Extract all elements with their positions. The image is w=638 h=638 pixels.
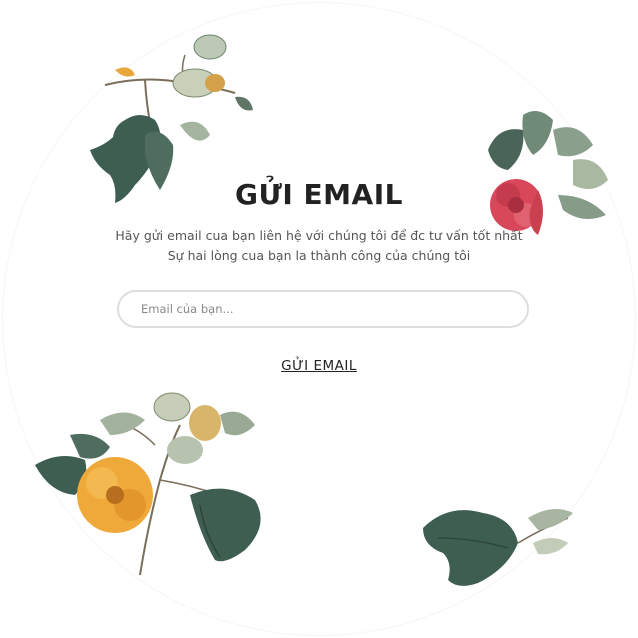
section-title: GỬI EMAIL — [235, 178, 403, 211]
email-input[interactable] — [117, 290, 529, 328]
section-description: Hãy gửi email cua bạn liên hệ với chúng … — [110, 226, 528, 266]
submit-email-button[interactable]: GỬI EMAIL — [0, 358, 638, 374]
description-line-2: Sự hai lòng cua bạn la thành công của ch… — [167, 248, 471, 263]
newsletter-section: GỬI EMAIL Hãy gửi email cua bạn liên hệ … — [0, 0, 638, 638]
botanical-bottom-right-illustration — [423, 509, 573, 586]
description-line-1: Hãy gửi email cua bạn liên hệ với chúng … — [115, 228, 523, 243]
botanical-bottom-left-illustration — [35, 392, 261, 576]
